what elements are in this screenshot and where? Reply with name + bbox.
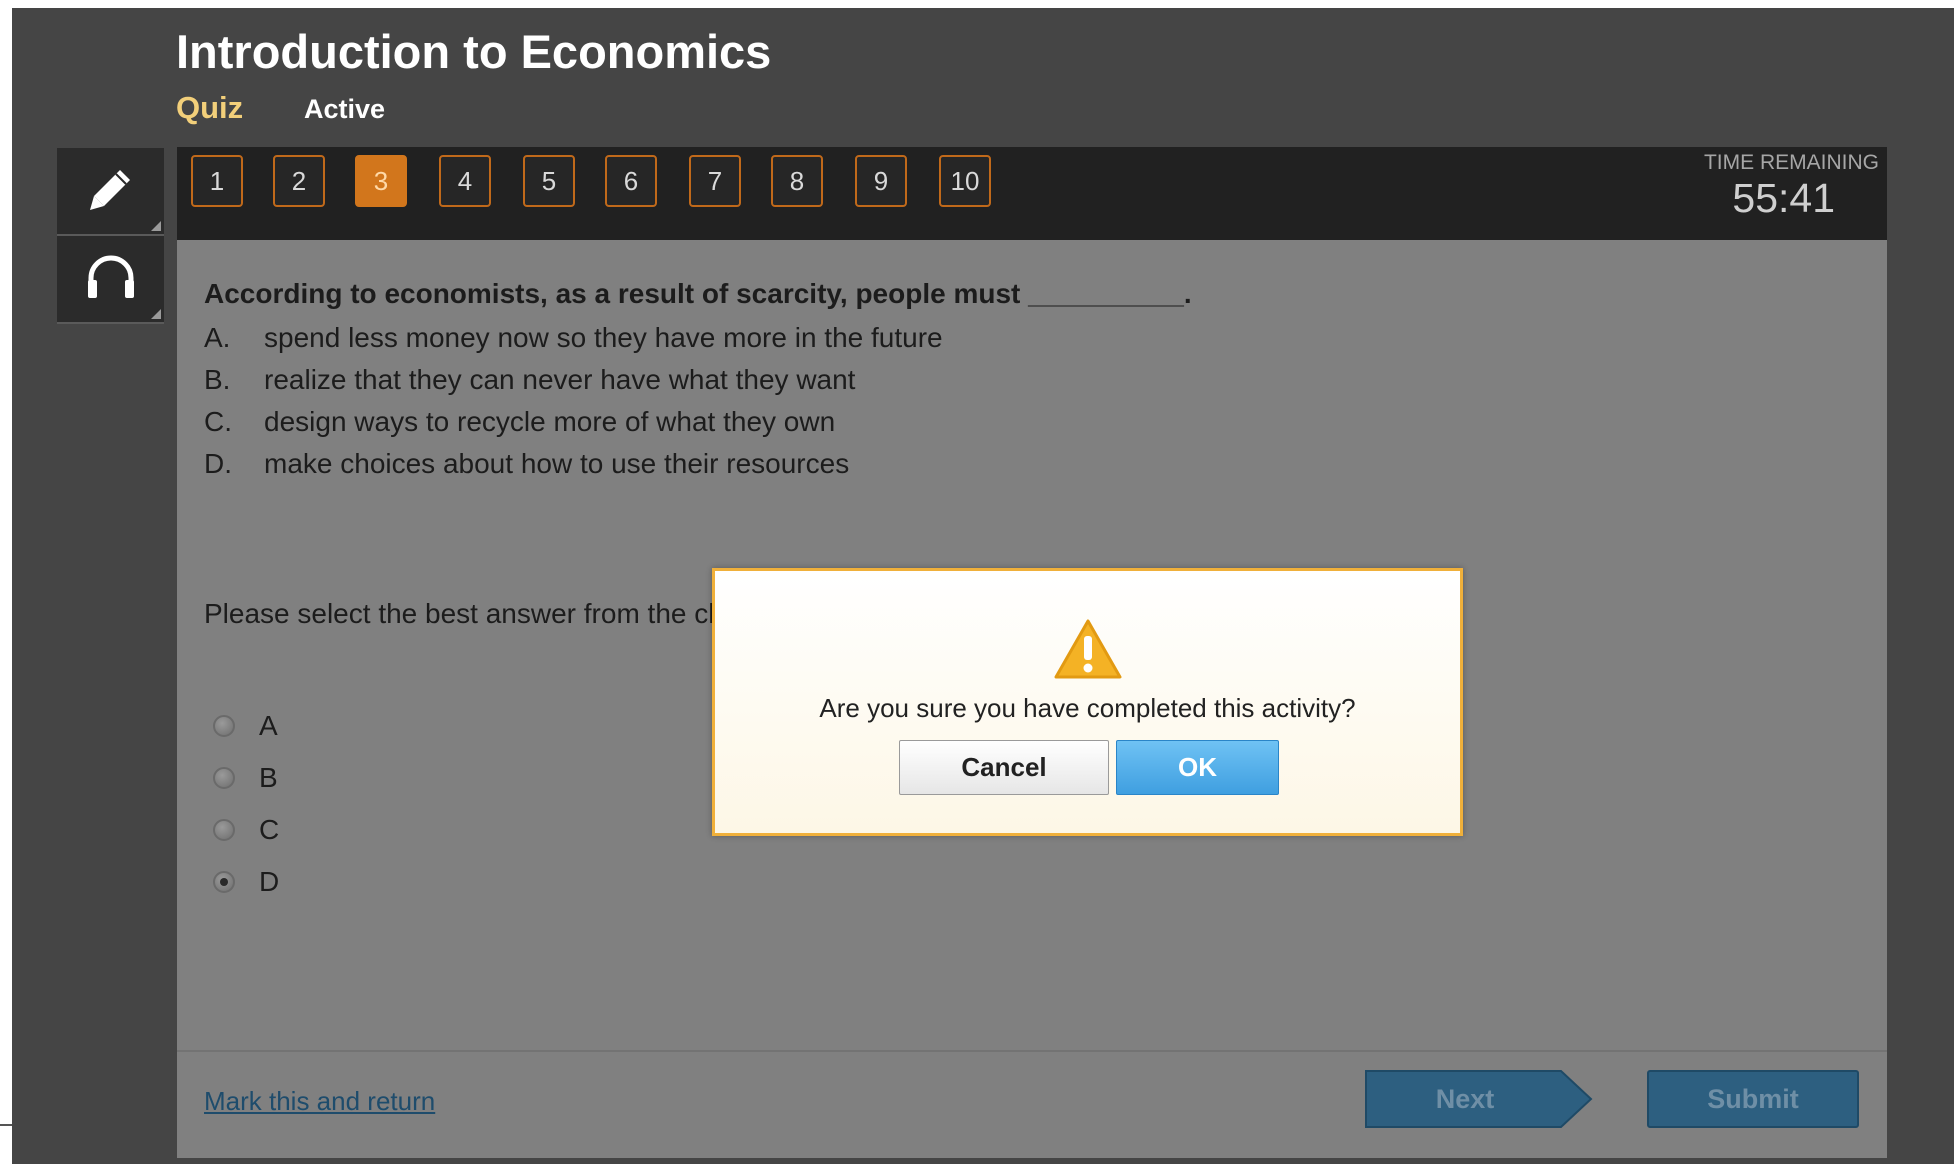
- submit-button[interactable]: Submit: [1647, 1070, 1859, 1128]
- warning-icon: [1053, 618, 1123, 685]
- tool-corner-marker: [151, 309, 161, 319]
- mark-and-return-link[interactable]: Mark this and return: [204, 1086, 435, 1117]
- time-remaining-label: TIME REMAINING: [1703, 151, 1879, 174]
- choice-item: A. spend less money now so they have more…: [204, 322, 943, 354]
- next-button[interactable]: Next: [1365, 1070, 1593, 1128]
- tool-corner-marker: [151, 221, 161, 231]
- choice-text: realize that they can never have what th…: [264, 364, 856, 395]
- radio-button[interactable]: [213, 819, 235, 841]
- next-button-label: Next: [1435, 1084, 1495, 1114]
- choice-text: spend less money now so they have more i…: [264, 322, 943, 353]
- radio-label: B: [259, 762, 278, 793]
- dialog-message: Are you sure you have completed this act…: [819, 693, 1356, 723]
- radio-button[interactable]: [213, 715, 235, 737]
- choice-letter: B.: [204, 364, 231, 395]
- choice-text: make choices about how to use their reso…: [264, 448, 850, 479]
- activity-type: Quiz: [176, 90, 244, 125]
- answer-option-a[interactable]: A: [213, 710, 278, 742]
- question-navigation-bar: 1 2 3 4 5 6 7 8 9 10 TIME REMAINING 55:41: [177, 147, 1887, 240]
- choice-text: design ways to recycle more of what they…: [264, 406, 836, 437]
- footer-divider: [177, 1050, 1887, 1052]
- answer-option-c[interactable]: C: [213, 814, 279, 846]
- cancel-button[interactable]: Cancel: [899, 740, 1109, 795]
- audio-tool-button[interactable]: [57, 236, 164, 324]
- question-number-1[interactable]: 1: [191, 155, 243, 207]
- answer-option-b[interactable]: B: [213, 762, 278, 794]
- choice-item: B. realize that they can never have what …: [204, 364, 855, 396]
- time-remaining-value: 55:41: [1732, 175, 1835, 221]
- choice-item: C. design ways to recycle more of what th…: [204, 406, 835, 438]
- radio-button[interactable]: [213, 767, 235, 789]
- question-number-9[interactable]: 9: [855, 155, 907, 207]
- question-number-8[interactable]: 8: [771, 155, 823, 207]
- window-edge-line: [0, 1124, 12, 1126]
- radio-button-selected[interactable]: [213, 871, 235, 893]
- pencil-icon: [86, 164, 136, 219]
- radio-label: A: [259, 710, 278, 741]
- question-number-4[interactable]: 4: [439, 155, 491, 207]
- confirmation-dialog: Are you sure you have completed this act…: [712, 568, 1463, 836]
- choice-letter: A.: [204, 322, 231, 353]
- choice-letter: D.: [204, 448, 232, 479]
- radio-label: C: [259, 814, 280, 845]
- course-title: Introduction to Economics: [176, 25, 772, 78]
- quiz-app: Introduction to Economics Quiz Active 12…: [12, 8, 1954, 1164]
- activity-status: Active: [304, 94, 386, 124]
- radio-label: D: [259, 866, 280, 897]
- question-number-5[interactable]: 5: [523, 155, 575, 207]
- question-number-7[interactable]: 7: [689, 155, 741, 207]
- choice-item: D. make choices about how to use their re…: [204, 448, 849, 480]
- headphones-icon: [83, 252, 139, 307]
- pencil-tool-button[interactable]: [57, 148, 164, 236]
- question-number-3[interactable]: 3: [355, 155, 407, 207]
- choice-letter: C.: [204, 406, 232, 437]
- question-prompt: According to economists, as a result of …: [204, 278, 1192, 309]
- ok-button[interactable]: OK: [1116, 740, 1279, 795]
- answer-option-d[interactable]: D: [213, 866, 279, 898]
- question-number-10[interactable]: 10: [939, 155, 991, 207]
- question-number-6[interactable]: 6: [605, 155, 657, 207]
- question-number-2[interactable]: 2: [273, 155, 325, 207]
